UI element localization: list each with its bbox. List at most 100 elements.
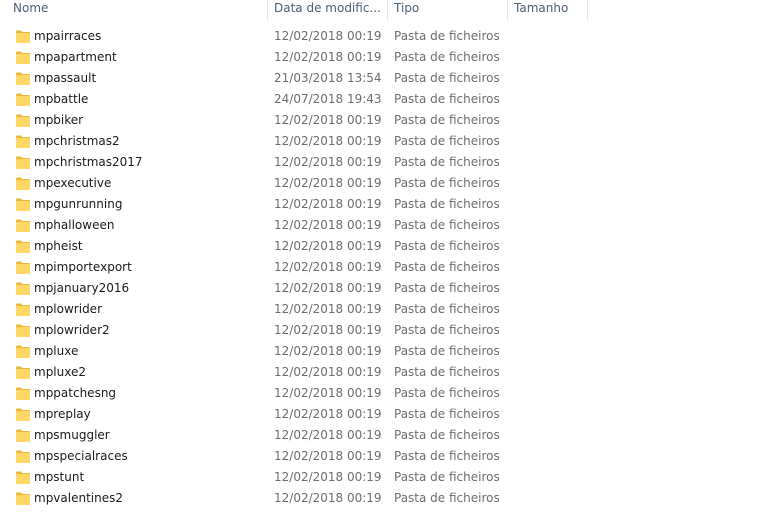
folder-icon — [16, 303, 30, 316]
file-size — [514, 257, 584, 278]
folder-icon — [16, 366, 30, 379]
file-type: Pasta de ficheiros — [394, 386, 500, 400]
folder-icon — [16, 324, 30, 337]
file-size — [514, 68, 584, 89]
folder-icon — [16, 408, 30, 421]
file-size — [514, 215, 584, 236]
list-item[interactable]: mpbiker 12/02/2018 00:19 Pasta de ficheiro… — [0, 110, 758, 131]
folder-icon — [16, 345, 30, 358]
file-date-modified: 12/02/2018 00:19 — [274, 239, 382, 253]
file-date-modified: 12/02/2018 00:19 — [274, 491, 382, 505]
file-name: mphalloween — [34, 218, 115, 232]
file-name: mpimportexport — [34, 260, 132, 274]
list-item[interactable]: mpchristmas2 12/02/2018 00:19 Pasta de fic… — [0, 131, 758, 152]
file-type: Pasta de ficheiros — [394, 71, 500, 85]
file-date-modified: 12/02/2018 00:19 — [274, 365, 382, 379]
list-item[interactable]: mpspecialraces 12/02/2018 00:19 Pasta de f… — [0, 446, 758, 467]
file-type: Pasta de ficheiros — [394, 50, 500, 64]
file-date-modified: 12/02/2018 00:19 — [274, 470, 382, 484]
file-type: Pasta de ficheiros — [394, 92, 500, 106]
folder-icon — [16, 219, 30, 232]
folder-icon — [16, 261, 30, 274]
column-header-size[interactable]: Tamanho — [508, 0, 588, 20]
file-name: mpexecutive — [34, 176, 112, 190]
folder-icon — [16, 387, 30, 400]
list-item[interactable]: mpgunrunning 12/02/2018 00:19 Pasta de fic… — [0, 194, 758, 215]
file-name: mpchristmas2017 — [34, 155, 143, 169]
list-item[interactable]: mpassault 21/03/2018 13:54 Pasta de fichei… — [0, 68, 758, 89]
list-item[interactable]: mpsmuggler 12/02/2018 00:19 Pasta de fiche… — [0, 425, 758, 446]
list-item[interactable]: mpairraces 12/02/2018 00:19 Pasta de fiche… — [0, 26, 758, 47]
list-item[interactable]: mphalloween 12/02/2018 00:19 Pasta de fich… — [0, 215, 758, 236]
file-date-modified: 12/02/2018 00:19 — [274, 197, 382, 211]
file-name: mpheist — [34, 239, 83, 253]
file-type: Pasta de ficheiros — [394, 218, 500, 232]
file-size — [514, 89, 584, 110]
file-type: Pasta de ficheiros — [394, 260, 500, 274]
list-item[interactable]: mpvalentines2 12/02/2018 00:19 Pasta de fi… — [0, 488, 758, 509]
file-type: Pasta de ficheiros — [394, 344, 500, 358]
column-header-name[interactable]: Nome — [7, 0, 268, 20]
column-header-date-modified[interactable]: Data de modific... — [268, 0, 388, 20]
file-size — [514, 131, 584, 152]
list-item[interactable]: mpbattle 24/07/2018 19:43 Pasta de ficheir… — [0, 89, 758, 110]
list-item[interactable]: mpjanuary2016 12/02/2018 00:19 Pasta de fi… — [0, 278, 758, 299]
file-date-modified: 24/07/2018 19:43 — [274, 92, 382, 106]
folder-icon — [16, 72, 30, 85]
file-size — [514, 152, 584, 173]
list-item[interactable]: mpluxe2 12/02/2018 00:19 Pasta de ficheiro… — [0, 362, 758, 383]
folder-icon — [16, 51, 30, 64]
file-date-modified: 12/02/2018 00:19 — [274, 281, 382, 295]
file-date-modified: 12/02/2018 00:19 — [274, 29, 382, 43]
file-type: Pasta de ficheiros — [394, 176, 500, 190]
list-item[interactable]: mpapartment 12/02/2018 00:19 Pasta de fich… — [0, 47, 758, 68]
file-name: mpassault — [34, 71, 97, 85]
file-type: Pasta de ficheiros — [394, 239, 500, 253]
list-item[interactable]: mpchristmas2017 12/02/2018 00:19 Pasta de … — [0, 152, 758, 173]
list-item[interactable]: mplowrider2 12/02/2018 00:19 Pasta de fich… — [0, 320, 758, 341]
file-date-modified: 12/02/2018 00:19 — [274, 218, 382, 232]
file-size — [514, 278, 584, 299]
file-name: mpluxe — [34, 344, 79, 358]
file-size — [514, 173, 584, 194]
file-type: Pasta de ficheiros — [394, 470, 500, 484]
file-date-modified: 12/02/2018 00:19 — [274, 155, 382, 169]
file-date-modified: 12/02/2018 00:19 — [274, 428, 382, 442]
list-item[interactable]: mpexecutive 12/02/2018 00:19 Pasta de fich… — [0, 173, 758, 194]
file-date-modified: 12/02/2018 00:19 — [274, 113, 382, 127]
file-date-modified: 12/02/2018 00:19 — [274, 260, 382, 274]
list-item[interactable]: mppatchesng 12/02/2018 00:19 Pasta de fich… — [0, 383, 758, 404]
file-name: mplowrider — [34, 302, 102, 316]
file-date-modified: 21/03/2018 13:54 — [274, 71, 382, 85]
column-header-type[interactable]: Tipo — [388, 0, 508, 20]
file-size — [514, 446, 584, 467]
folder-icon — [16, 471, 30, 484]
folder-icon — [16, 93, 30, 106]
file-size — [514, 467, 584, 488]
list-item[interactable]: mpheist 12/02/2018 00:19 Pasta de ficheiro… — [0, 236, 758, 257]
file-size — [514, 341, 584, 362]
column-header-row: Nome Data de modific... Tipo Tamanho — [0, 0, 758, 20]
file-date-modified: 12/02/2018 00:19 — [274, 134, 382, 148]
file-name: mpchristmas2 — [34, 134, 120, 148]
file-name: mpluxe2 — [34, 365, 86, 379]
file-type: Pasta de ficheiros — [394, 281, 500, 295]
file-type: Pasta de ficheiros — [394, 365, 500, 379]
file-date-modified: 12/02/2018 00:19 — [274, 323, 382, 337]
file-size — [514, 110, 584, 131]
list-item[interactable]: mpluxe 12/02/2018 00:19 Pasta de ficheiros — [0, 341, 758, 362]
list-item[interactable]: mpreplay 12/02/2018 00:19 Pasta de ficheir… — [0, 404, 758, 425]
file-type: Pasta de ficheiros — [394, 302, 500, 316]
file-name: mpreplay — [34, 407, 91, 421]
folder-icon — [16, 429, 30, 442]
list-item[interactable]: mpimportexport 12/02/2018 00:19 Pasta de f… — [0, 257, 758, 278]
file-size — [514, 26, 584, 47]
file-size — [514, 194, 584, 215]
file-list: mpairraces 12/02/2018 00:19 Pasta de fiche… — [0, 26, 758, 509]
list-item[interactable]: mplowrider 12/02/2018 00:19 Pasta de fiche… — [0, 299, 758, 320]
file-name: mpspecialraces — [34, 449, 128, 463]
list-item[interactable]: mpstunt 12/02/2018 00:19 Pasta de ficheiro… — [0, 467, 758, 488]
file-size — [514, 383, 584, 404]
file-date-modified: 12/02/2018 00:19 — [274, 176, 382, 190]
file-type: Pasta de ficheiros — [394, 449, 500, 463]
